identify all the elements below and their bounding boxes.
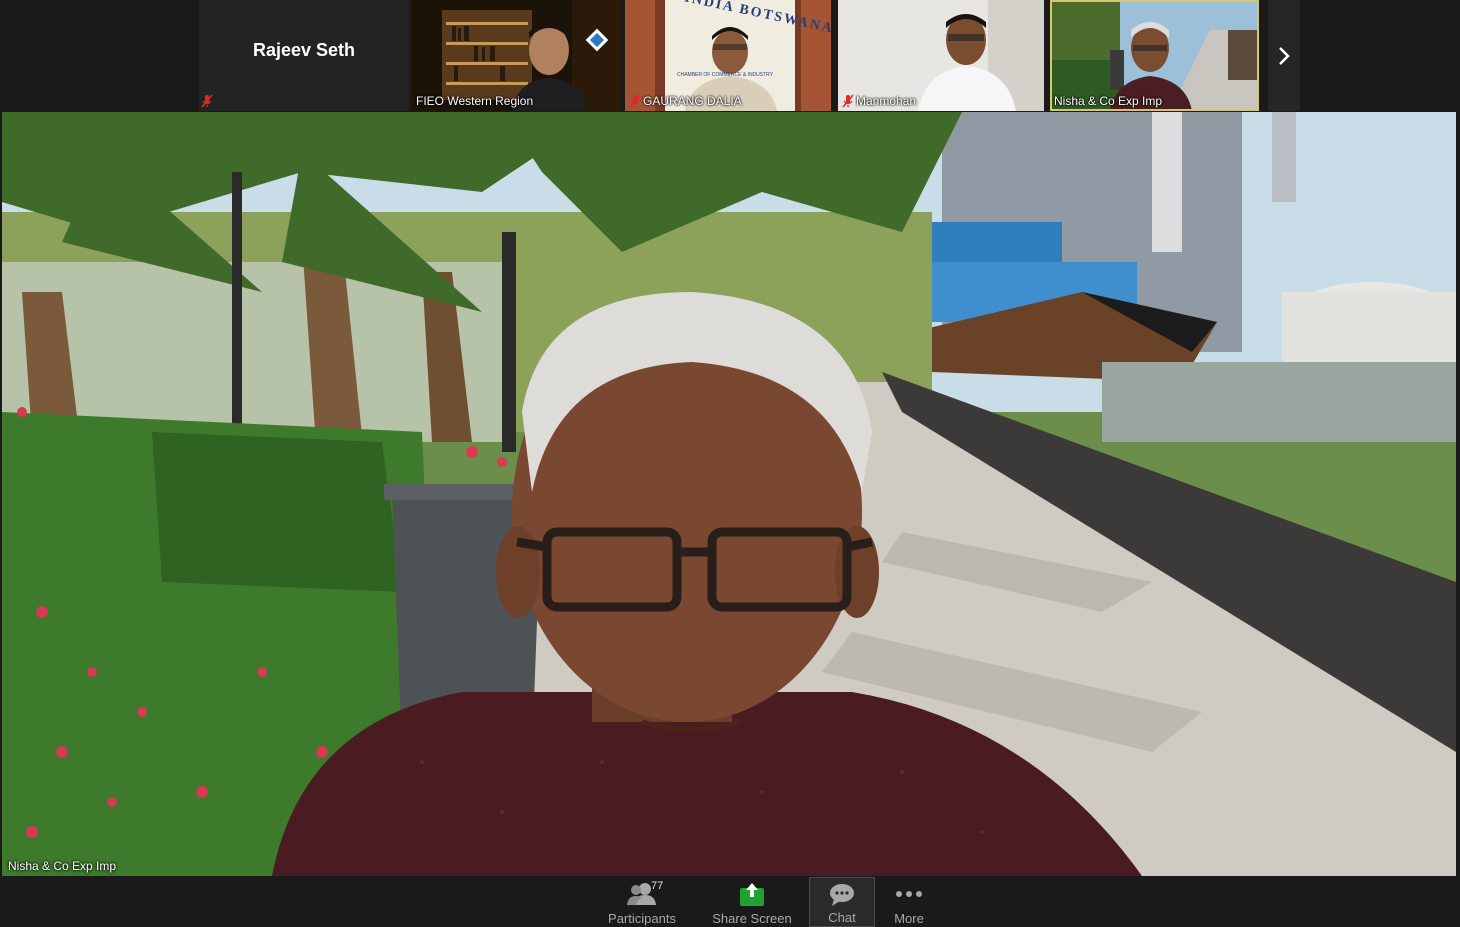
chat-button[interactable]: Chat — [809, 877, 875, 927]
share-screen-button[interactable]: Share Screen — [710, 877, 794, 927]
participant-name: GAURANG DALIA — [643, 94, 742, 108]
next-page-button[interactable] — [1268, 0, 1300, 111]
participant-tile-fieo-western-region[interactable]: FIEO Western Region — [412, 0, 622, 111]
active-speaker-name: Nisha & Co Exp Imp — [8, 859, 117, 873]
more-button[interactable]: More — [884, 877, 934, 927]
muted-mic-icon — [842, 94, 854, 108]
chevron-right-icon — [1279, 46, 1290, 65]
participant-tile-rajeev-seth[interactable]: Rajeev Seth — [199, 0, 409, 111]
muted-mic-icon — [629, 94, 641, 108]
filmstrip: Rajeev Seth FIEO Western Region INDIA BO… — [0, 0, 1460, 112]
share-screen-icon — [740, 883, 764, 906]
participant-name-large: Rajeev Seth — [252, 40, 356, 60]
participant-name: FIEO Western Region — [416, 94, 534, 108]
muted-mic-icon — [201, 94, 213, 108]
more-dots-icon — [896, 891, 922, 897]
more-label: More — [894, 911, 924, 926]
speaker-video-feed — [2, 112, 1456, 876]
participants-button[interactable]: 77 Participants — [603, 877, 681, 927]
chamber-logo-subtext: CHAMBER OF COMMERCE & INDUSTRY — [677, 72, 774, 78]
participant-tile-gaurang-dalia[interactable]: INDIA BOTSWANA CHAMBER OF COMMERCE & IND… — [625, 0, 831, 111]
participant-tile-manmohan[interactable]: Manmohan — [838, 0, 1044, 111]
participant-tile-nisha-co-exp-imp[interactable]: Nisha & Co Exp Imp — [1050, 0, 1259, 111]
share-screen-label: Share Screen — [712, 911, 792, 926]
participants-count-badge: 77 — [651, 880, 664, 892]
active-speaker-video[interactable]: Nisha & Co Exp Imp — [2, 112, 1456, 876]
participants-label: Participants — [608, 911, 676, 926]
participant-name: Manmohan — [856, 94, 917, 108]
meeting-toolbar: 77 Participants Share Screen Chat More — [0, 877, 1460, 927]
chat-bubble-icon — [830, 884, 854, 906]
chat-label: Chat — [828, 910, 856, 925]
participant-name: Nisha & Co Exp Imp — [1054, 94, 1163, 108]
